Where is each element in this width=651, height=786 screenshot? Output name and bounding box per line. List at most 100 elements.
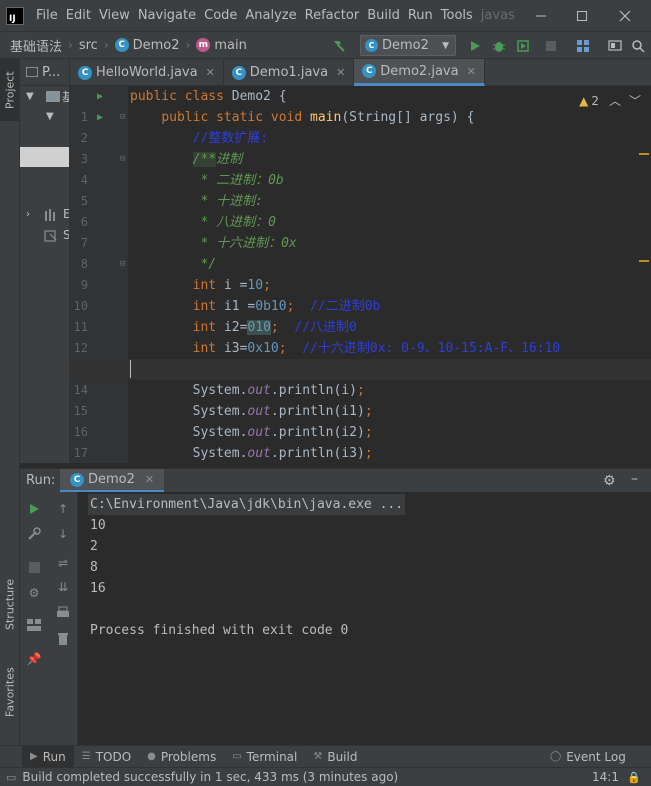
stop-icon[interactable] — [542, 37, 560, 55]
fold-icon[interactable]: ⊟ — [120, 107, 125, 128]
menu-tools[interactable]: Tools — [437, 8, 477, 23]
hide-panel-icon[interactable]: – — [631, 471, 638, 487]
tab-demo2-java[interactable]: C Demo2.java ✕ — [354, 59, 485, 86]
maximize-icon[interactable] — [560, 0, 604, 31]
gear-icon[interactable]: ⚙ — [603, 473, 616, 489]
menu-navigate[interactable]: Navigate — [134, 8, 200, 23]
code-line-13[interactable]: 13 int i3=0x10; //十六进制0x: 0-9、10-15:A-F、… — [70, 338, 651, 376]
tool-tab-todo[interactable]: ☰ TODO — [74, 746, 139, 768]
close-tab-icon[interactable]: ✕ — [145, 473, 154, 486]
left-tool-window-strip: Project Structure Favorites — [0, 59, 20, 745]
expand-arrow-icon[interactable]: ▼ — [46, 111, 54, 122]
breadcrumb-class-label: Demo2 — [132, 37, 180, 53]
tool-tab-terminal[interactable]: ▭ Terminal — [224, 746, 305, 768]
close-window-icon[interactable] — [603, 0, 647, 31]
previous-highlight-icon[interactable]: ︿ — [609, 92, 621, 109]
code-line-3[interactable]: 3 //整数扩展: — [70, 128, 651, 166]
close-tab-icon[interactable]: ✕ — [206, 66, 215, 79]
code-line-9[interactable]: 9 ⊟ */ — [70, 254, 651, 292]
debug-icon[interactable] — [490, 37, 508, 55]
caret-position[interactable]: 14:1 — [592, 770, 619, 784]
structure-tool-tab[interactable]: Structure — [0, 569, 20, 639]
close-tab-icon[interactable]: ✕ — [467, 65, 476, 78]
menu-analyze[interactable]: Analyze — [241, 8, 300, 23]
build-hammer-icon[interactable] — [330, 37, 348, 55]
trash-icon[interactable] — [54, 630, 72, 648]
tab-demo1-java[interactable]: C Demo1.java ✕ — [224, 59, 355, 86]
scroll-up-icon[interactable]: ↑ — [54, 500, 72, 518]
fold-icon[interactable]: ⊟ — [120, 254, 125, 275]
run-configuration-select[interactable]: C Demo2 ▼ — [360, 35, 456, 56]
code-line-8[interactable]: 8 * 十六进制：0x — [70, 233, 651, 271]
breadcrumb-project[interactable]: 基础语法 — [10, 36, 62, 55]
collapse-arrow-icon[interactable]: › — [26, 209, 30, 220]
menu-code[interactable]: Code — [200, 8, 241, 23]
menu-view[interactable]: View — [95, 8, 134, 23]
run-with-coverage-icon[interactable] — [514, 37, 532, 55]
tool-tab-event-log[interactable]: ◯ Event Log — [542, 746, 634, 768]
tool-tab-label: Build — [327, 749, 358, 764]
menu-edit[interactable]: Edit — [62, 8, 95, 23]
run-tab-demo2[interactable]: C Demo2 ✕ — [60, 469, 165, 493]
code-line-14[interactable]: 14 — [70, 359, 651, 397]
lock-icon[interactable]: 🔒 — [627, 771, 641, 784]
code-line-16[interactable]: 16 System.out.println(i1); — [70, 401, 651, 439]
expand-arrow-icon[interactable]: ▼ — [26, 91, 34, 102]
code-line-7[interactable]: 7 * 八进制：0 — [70, 212, 651, 250]
external-libraries-icon — [44, 209, 58, 221]
code-line-6[interactable]: 6 * 十进制: — [70, 191, 651, 229]
project-structure-icon[interactable] — [574, 37, 592, 55]
code-line-2[interactable]: 2 ▶ ⊟ public static void main(String[] a… — [70, 107, 651, 145]
print-icon[interactable] — [54, 604, 72, 622]
pin-icon[interactable]: 📌 — [25, 650, 43, 668]
inspection-widget[interactable]: ▲ 2 ︿ ﹀ — [579, 92, 641, 109]
search-everywhere-icon[interactable] — [629, 37, 647, 55]
run-gutter-icon[interactable]: ▶ — [97, 86, 103, 107]
console-output[interactable]: C:\Environment\Java\jdk\bin\java.exe ...… — [78, 492, 651, 745]
code-line-11[interactable]: 11 int i1 =0b10; //二进制0b — [70, 296, 651, 334]
rerun-icon[interactable] — [25, 500, 43, 518]
tool-tab-build[interactable]: ⚒ Build — [305, 746, 365, 768]
layout-icon[interactable] — [25, 616, 43, 634]
breadcrumb-class[interactable]: C Demo2 — [114, 37, 180, 53]
code-line-4[interactable]: 4 ⊟ /**进制 — [70, 149, 651, 187]
status-toggle-icon[interactable]: ▭ — [6, 771, 16, 784]
run-gutter-icon[interactable]: ▶ — [97, 107, 103, 128]
code-line-15[interactable]: 15 System.out.println(i); — [70, 380, 651, 418]
menu-run[interactable]: Run — [404, 8, 437, 23]
next-highlight-icon[interactable]: ﹀ — [629, 92, 641, 109]
tool-tab-problems[interactable]: ● Problems — [139, 746, 224, 768]
code-line-10[interactable]: 10 int i =10; — [70, 275, 651, 313]
close-tab-icon[interactable]: ✕ — [336, 66, 345, 79]
favorites-tool-tab[interactable]: Favorites — [0, 659, 20, 725]
tool-tab-run[interactable]: ▶ Run — [22, 745, 74, 768]
breadcrumb-src[interactable]: src — [79, 38, 98, 53]
project-tool-tab[interactable]: Project — [0, 59, 20, 121]
bottom-tool-window-bar: ▶ Run ☰ TODO ● Problems ▭ Terminal ⚒ Bui… — [0, 745, 651, 768]
scroll-to-end-icon[interactable]: ⇊ — [54, 578, 72, 596]
code-line-18[interactable]: 18 System.out.println(i3); — [70, 443, 651, 463]
code-editor[interactable]: 1 ▶ public class Demo2 { 2 ▶ ⊟ public st… — [70, 86, 651, 463]
code-line-12[interactable]: 12 int i2=010; //八进制0 — [70, 317, 651, 355]
tab-helloworld-java[interactable]: C HelloWorld.java ✕ — [70, 59, 224, 86]
code-line-1[interactable]: 1 ▶ public class Demo2 { — [70, 86, 651, 124]
fold-icon[interactable]: ⊟ — [120, 149, 125, 170]
selected-tree-row[interactable] — [20, 147, 69, 167]
stop-icon[interactable] — [25, 558, 43, 576]
menu-refactor[interactable]: Refactor — [301, 8, 364, 23]
menu-build[interactable]: Build — [363, 8, 404, 23]
project-panel-header[interactable]: P... — [20, 59, 69, 86]
run-icon[interactable] — [466, 37, 484, 55]
breadcrumb-method[interactable]: m main — [196, 38, 247, 53]
code-line-17[interactable]: 17 System.out.println(i2); — [70, 422, 651, 460]
menu-file[interactable]: File — [32, 8, 62, 23]
error-stripe-marker[interactable] — [639, 260, 649, 262]
error-stripe-marker[interactable] — [639, 153, 649, 155]
soft-wrap-icon[interactable]: ⇌ — [54, 554, 72, 572]
wrench-icon[interactable] — [25, 525, 43, 543]
scroll-down-icon[interactable]: ↓ — [54, 525, 72, 543]
minimize-icon[interactable] — [519, 0, 563, 31]
restore-layout-icon[interactable]: ⚙ — [25, 584, 43, 602]
presentation-icon[interactable] — [606, 37, 624, 55]
code-line-5[interactable]: 5 * 二进制：0b — [70, 170, 651, 208]
